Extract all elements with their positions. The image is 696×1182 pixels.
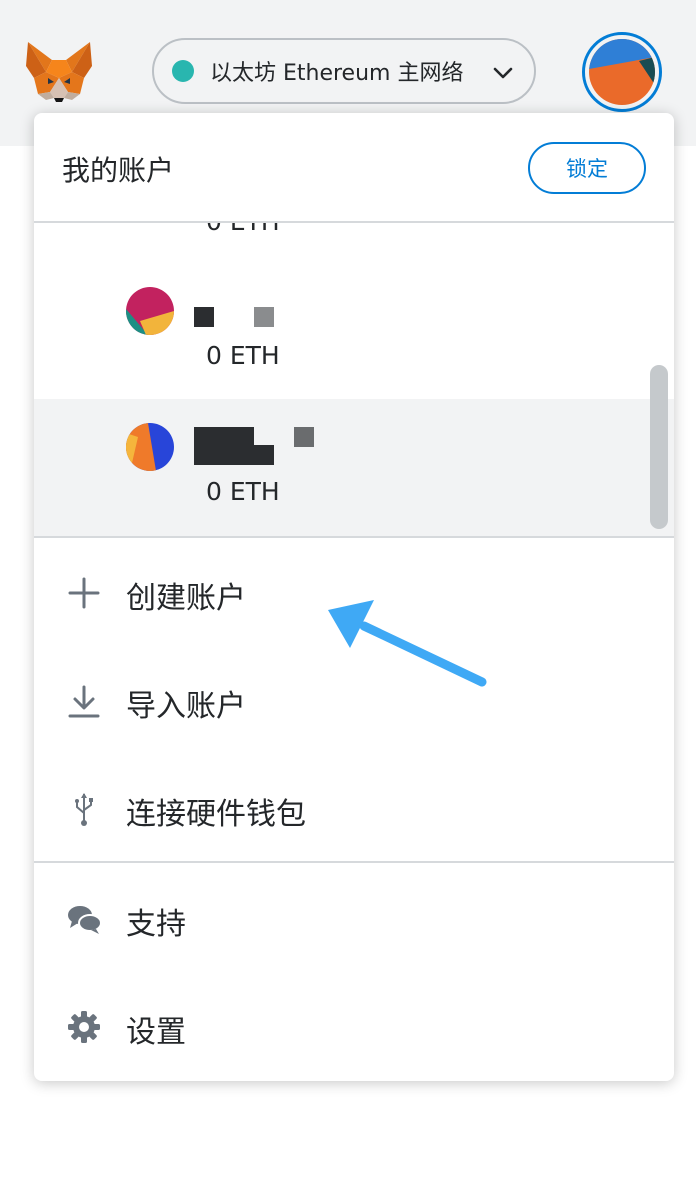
- account-item-selected[interactable]: 0 ETH: [34, 399, 674, 537]
- support-label: 支持: [126, 907, 186, 942]
- account-identicon: [126, 423, 174, 471]
- metamask-fox-logo[interactable]: [24, 38, 94, 104]
- divider: [34, 536, 674, 538]
- chat-bubbles-icon: [68, 906, 102, 934]
- settings-item[interactable]: 设置: [34, 973, 674, 1081]
- gear-icon: [68, 1011, 100, 1043]
- network-selector[interactable]: 以太坊 Ethereum 主网络: [152, 38, 536, 104]
- account-identicon: [589, 39, 655, 105]
- account-identicon: [126, 287, 174, 335]
- create-account-label: 创建账户: [126, 581, 246, 616]
- redacted-account-name: [194, 307, 214, 327]
- redacted-account-name: [194, 445, 274, 465]
- settings-label: 设置: [126, 1015, 186, 1050]
- account-balance: 0 ETH: [206, 477, 280, 506]
- network-label: 以太坊 Ethereum 主网络: [210, 61, 464, 86]
- connect-hardware-wallet-label: 连接硬件钱包: [126, 797, 306, 832]
- connect-hardware-wallet-item[interactable]: 连接硬件钱包: [34, 755, 674, 863]
- redacted-account-name: [194, 427, 254, 447]
- divider: [34, 861, 674, 863]
- redacted-account-name: [254, 307, 274, 327]
- lock-button[interactable]: 锁定: [528, 142, 646, 194]
- account-list: 0 ETH 0 ETH 0 ETH: [34, 223, 674, 537]
- import-account-label: 导入账户: [126, 689, 246, 724]
- account-list-scrollbar[interactable]: [650, 365, 668, 529]
- account-menu-button[interactable]: [582, 32, 662, 112]
- usb-icon: [75, 793, 93, 826]
- network-status-dot: [172, 60, 194, 82]
- chevron-down-icon: [493, 67, 513, 79]
- download-icon: [68, 685, 100, 718]
- menu-title: 我的账户: [62, 154, 175, 187]
- account-balance: 0 ETH: [206, 341, 280, 370]
- redacted-account-name: [294, 427, 314, 447]
- plus-icon: [68, 577, 100, 609]
- annotation-arrow: [328, 600, 487, 687]
- menu-header: 我的账户 锁定: [34, 113, 674, 223]
- account-item[interactable]: 0 ETH: [34, 233, 674, 371]
- support-item[interactable]: 支持: [34, 865, 674, 973]
